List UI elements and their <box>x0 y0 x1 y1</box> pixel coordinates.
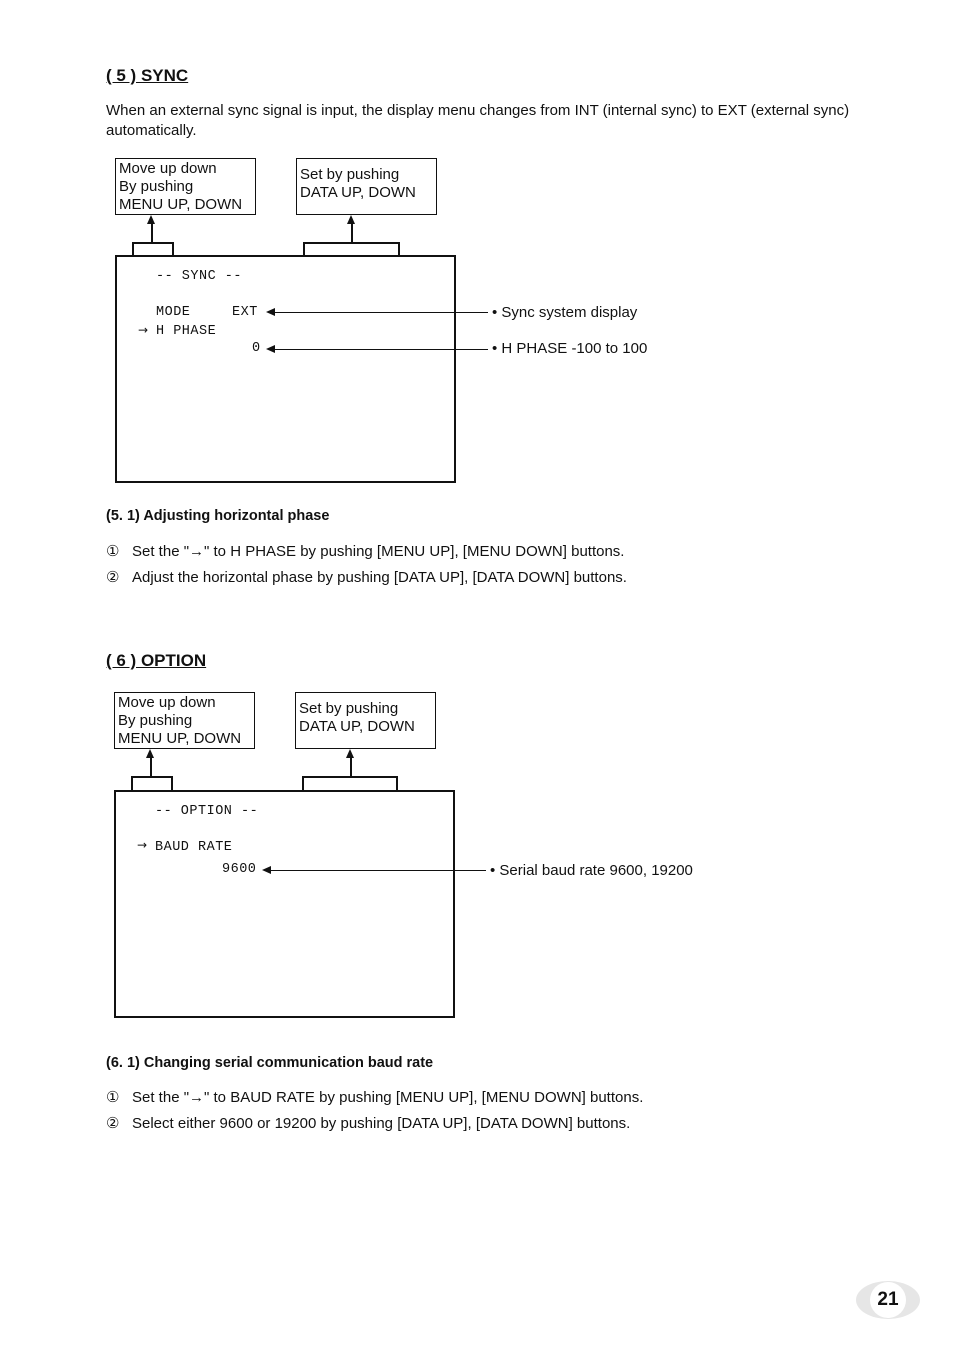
callout-line: By pushing <box>118 712 193 729</box>
sync-intro-paragraph: When an external sync signal is input, t… <box>106 102 850 139</box>
option-menu-screen <box>114 790 455 1018</box>
page-number-badge: 21 <box>856 1281 920 1319</box>
step-number: ① <box>106 1089 120 1106</box>
note-sync-system: • Sync system display <box>492 304 638 321</box>
callout-line: By pushing <box>119 178 194 195</box>
step-text: Set the "→" to H PHASE by pushing [MENU … <box>132 543 625 560</box>
note-serial-baud-rate: • Serial baud rate 9600, 19200 <box>490 862 693 879</box>
leader-line <box>274 311 488 313</box>
baud-rate-item: BAUD RATE <box>155 840 233 855</box>
arrow-up-icon <box>146 749 154 758</box>
step-number: ② <box>106 1115 120 1132</box>
callout-line: MENU UP, DOWN <box>119 196 243 213</box>
callout-line: Move up down <box>119 160 217 177</box>
callout-line: MENU UP, DOWN <box>118 730 242 747</box>
callout-line: DATA UP, DOWN <box>300 184 416 201</box>
step-text: Set the "→" to BAUD RATE by pushing [MEN… <box>132 1089 644 1106</box>
subsection-heading-5-1: (5. 1) Adjusting horizontal phase <box>106 508 330 524</box>
h-phase-value: 0 <box>252 341 261 356</box>
section-heading-sync: ( 5 ) SYNC <box>106 66 189 85</box>
callout-data-up-down: Set by pushing DATA UP, DOWN <box>295 692 436 749</box>
section-heading-option: ( 6 ) OPTION <box>106 651 207 670</box>
leader-line <box>274 348 488 350</box>
note-h-phase-range: • H PHASE -100 to 100 <box>492 340 648 357</box>
callout-line: Set by pushing <box>299 700 399 717</box>
callout-line: DATA UP, DOWN <box>299 718 415 735</box>
page-number: 21 <box>870 1282 906 1318</box>
step-item: ① Set the "→" to BAUD RATE by pushing [ME… <box>106 1088 643 1106</box>
callout-line: Move up down <box>118 694 216 711</box>
leader-line <box>270 869 486 871</box>
callout-menu-up-down: Move up down By pushing MENU UP, DOWN <box>115 158 256 215</box>
screen-title-sync: -- SYNC -- <box>156 269 243 284</box>
step-item: ① Set the "→" to H PHASE by pushing [MENU… <box>106 542 624 560</box>
mode-value: EXT <box>232 305 258 320</box>
subsection-heading-6-1: (6. 1) Changing serial communication bau… <box>106 1055 434 1071</box>
cursor-arrow-icon: → <box>137 838 148 852</box>
mode-label: MODE <box>156 305 191 320</box>
step-number: ② <box>106 569 120 586</box>
callout-menu-up-down: Move up down By pushing MENU UP, DOWN <box>114 692 255 749</box>
screen-title-option: -- OPTION -- <box>155 804 259 819</box>
step-text: Adjust the horizontal phase by pushing [… <box>132 569 627 586</box>
arrow-up-icon <box>346 749 354 758</box>
sync-menu-screen <box>115 255 456 483</box>
baud-rate-value: 9600 <box>222 862 257 877</box>
step-item: ② Adjust the horizontal phase by pushing … <box>106 568 627 586</box>
step-text: Select either 9600 or 19200 by pushing [… <box>132 1115 631 1132</box>
callout-line: Set by pushing <box>300 166 400 183</box>
cursor-arrow-icon: → <box>138 323 149 337</box>
arrow-up-icon <box>147 215 155 224</box>
callout-data-up-down: Set by pushing DATA UP, DOWN <box>296 158 437 215</box>
step-item: ② Select either 9600 or 19200 by pushing … <box>106 1114 630 1132</box>
h-phase-item: H PHASE <box>156 324 217 339</box>
arrow-up-icon <box>347 215 355 224</box>
step-number: ① <box>106 543 120 560</box>
